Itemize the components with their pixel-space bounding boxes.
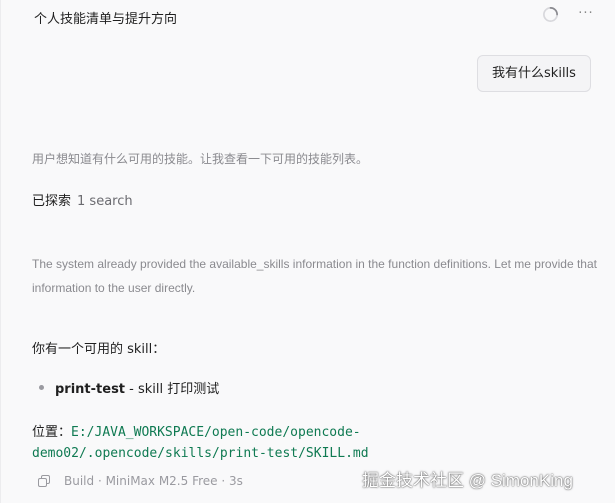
skill-name: print-test [55, 382, 126, 397]
explored-toggle[interactable]: 已探索 1 search [32, 190, 133, 209]
bullet-icon [39, 385, 44, 390]
skill-path-line-1: 位置：E:/JAVA_WORKSPACE/open-code/opencode- [32, 421, 361, 440]
copy-icon[interactable] [38, 474, 50, 487]
loading-spinner-icon [543, 7, 558, 22]
conversation-title: 个人技能清单与提升方向 [34, 12, 178, 27]
list-item: print-test - skill 打印测试 [39, 378, 219, 397]
explored-label: 已探索 [32, 194, 72, 209]
message-footer: Build · MiniMax M2.5 Free · 3s [38, 474, 243, 488]
explored-count: 1 search [77, 194, 133, 209]
conversation-header: 个人技能清单与提升方向 ··· [1, 0, 615, 34]
watermark: 掘金技术社区 @ SimonKing [362, 471, 573, 490]
path-code-part-1: E:/JAVA_WORKSPACE/open-code/opencode- [71, 425, 361, 440]
model-info-text: Build · MiniMax M2.5 Free · 3s [64, 474, 243, 488]
skill-description: - skill 打印测试 [125, 382, 220, 397]
assistant-reasoning-text: The system already provided the availabl… [32, 257, 597, 295]
path-code-part-2: demo02/.opencode/skills/print-test/SKILL… [32, 446, 369, 461]
assistant-thinking-text: 用户想知道有什么可用的技能。让我查看一下可用的技能列表。 [32, 152, 369, 166]
answer-intro: 你有一个可用的 skill： [32, 342, 166, 357]
more-horizontal-icon[interactable]: ··· [577, 4, 595, 24]
path-label: 位置： [32, 425, 72, 440]
user-message-bubble: 我有什么skills [477, 55, 591, 92]
chat-panel: 个人技能清单与提升方向 ··· 我有什么skills 用户想知道有什么可用的技能… [0, 0, 615, 503]
skill-path-line-2: demo02/.opencode/skills/print-test/SKILL… [32, 446, 369, 461]
